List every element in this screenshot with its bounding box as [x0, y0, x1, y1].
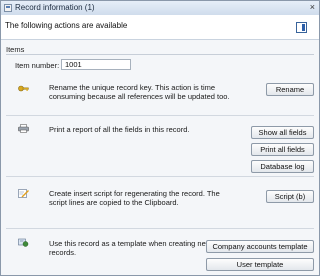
close-icon[interactable]: ×	[310, 2, 315, 13]
title-bar: Record information (1) ×	[1, 1, 319, 16]
rename-section: Rename the unique record key. This actio…	[6, 80, 314, 115]
script-pencil-icon	[18, 189, 29, 198]
print-all-fields-button[interactable]: Print all fields	[251, 143, 314, 156]
show-all-fields-button[interactable]: Show all fields	[251, 126, 314, 139]
rename-description: Rename the unique record key. This actio…	[49, 83, 230, 101]
item-number-field[interactable]	[61, 59, 131, 70]
group-divider	[6, 54, 314, 55]
item-number-label: Item number:	[15, 61, 60, 70]
key-icon	[18, 85, 29, 92]
printer-icon	[18, 124, 29, 133]
rename-button[interactable]: Rename	[266, 83, 314, 96]
dialog-header: The following actions are available	[1, 15, 319, 40]
print-section: Print a report of all the fields in this…	[6, 115, 314, 177]
window-title: Record information (1)	[15, 3, 95, 12]
database-log-button[interactable]: Database log	[251, 160, 314, 173]
script-description: Create insert script for regenerating th…	[49, 189, 220, 207]
print-description: Print a report of all the fields in this…	[49, 125, 190, 134]
template-icon	[18, 238, 29, 247]
items-group-label: Items	[6, 45, 25, 54]
header-text: The following actions are available	[5, 21, 128, 30]
script-section: Create insert script for regenerating th…	[6, 176, 314, 229]
script-button[interactable]: Script (b)	[266, 190, 314, 203]
panel-toggle-icon[interactable]	[296, 22, 307, 33]
company-accounts-template-button[interactable]: Company accounts template	[206, 240, 314, 253]
user-template-button[interactable]: User template	[206, 258, 314, 271]
window-icon	[4, 4, 12, 12]
template-section: Use this record as a template when creat…	[6, 228, 314, 275]
record-information-window: Record information (1) × The following a…	[0, 0, 320, 276]
dialog-content: Items Item number: Rename the unique rec…	[1, 40, 319, 275]
